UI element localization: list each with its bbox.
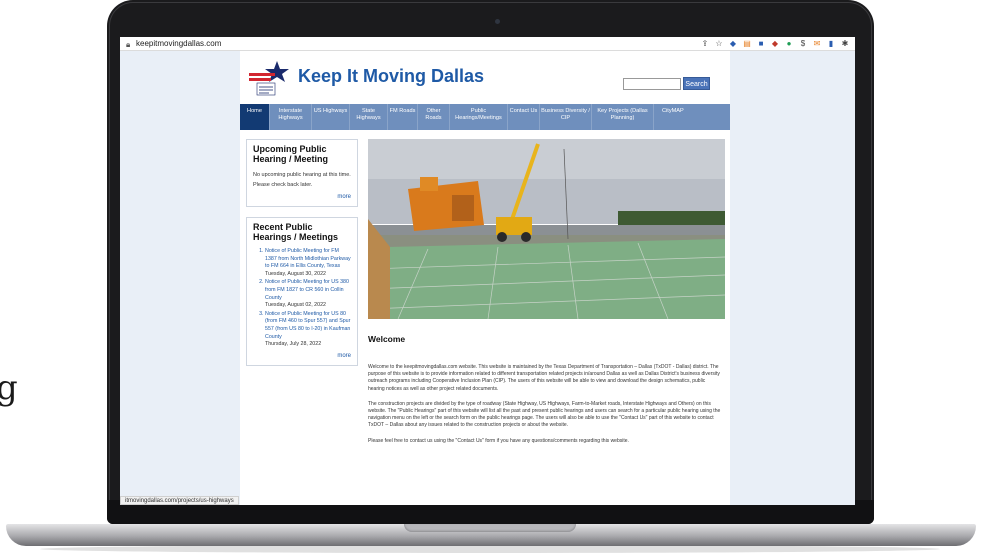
mail-ext-icon[interactable]: ✉ bbox=[813, 39, 821, 48]
hearing-link[interactable]: Notice of Public Meeting for US 380 from… bbox=[265, 279, 349, 300]
recent-hearings-list: Notice of Public Meeting for FM 1387 fro… bbox=[253, 248, 351, 349]
upcoming-hearing-panel: Upcoming Public Hearing / Meeting No upc… bbox=[246, 139, 358, 207]
recent-hearings-title: Recent Public Hearings / Meetings bbox=[253, 222, 339, 242]
nav-public-hearings[interactable]: Public Hearings/Meetings bbox=[450, 104, 508, 130]
url-text[interactable]: keepitmovingdallas.com bbox=[136, 39, 221, 48]
web-page: Keep It Moving Dallas Search Home Inters… bbox=[240, 51, 730, 505]
list-item: Notice of Public Meeting for FM 1387 fro… bbox=[265, 248, 351, 278]
laptop-base-notch bbox=[404, 524, 576, 532]
welcome-paragraph-3: Please feel free to contact us using the… bbox=[368, 437, 629, 444]
hearing-link[interactable]: Notice of Public Meeting for FM 1387 fro… bbox=[265, 248, 351, 269]
extensions-icon[interactable]: ✱ bbox=[841, 39, 849, 48]
hero-construction-image bbox=[368, 139, 725, 319]
hearing-link[interactable]: Notice of Public Meeting for US 80 (from… bbox=[265, 311, 350, 340]
recent-hearings-panel: Recent Public Hearings / Meetings Notice… bbox=[246, 217, 358, 366]
main-content: Welcome Welcome to the keepitmovingdalla… bbox=[368, 334, 723, 453]
upcoming-hearing-title: Upcoming Public Hearing / Meeting bbox=[253, 144, 329, 164]
nav-fm-roads[interactable]: FM Roads bbox=[388, 104, 418, 130]
upcoming-more-link[interactable]: more bbox=[253, 194, 351, 200]
nav-interstate-highways[interactable]: Interstate Highways bbox=[270, 104, 312, 130]
nav-us-highways[interactable]: US Highways bbox=[312, 104, 350, 130]
background-glyph: g bbox=[0, 368, 18, 408]
list-item: Notice of Public Meeting for US 80 (from… bbox=[265, 311, 351, 349]
nav-citymap[interactable]: CityMAP bbox=[654, 104, 730, 130]
hearing-date: Thursday, July 28, 2022 bbox=[265, 341, 322, 348]
upcoming-hearing-body: No upcoming public hearing at this time.… bbox=[253, 172, 351, 188]
browser-toolbar-icons: ⇪ ☆ ◆ ▤ ■ ◆ ● $ ✉ ▮ ✱ bbox=[701, 39, 849, 48]
star-icon[interactable]: ☆ bbox=[715, 39, 723, 48]
nav-home[interactable]: Home bbox=[240, 104, 270, 130]
dollar-ext-icon[interactable]: $ bbox=[799, 39, 807, 48]
blue-ext-icon[interactable]: ▮ bbox=[827, 39, 835, 48]
search-button[interactable]: Search bbox=[683, 77, 710, 90]
welcome-heading: Welcome bbox=[368, 334, 406, 344]
main-nav: Home Interstate Highways US Highways Sta… bbox=[240, 104, 730, 130]
color-ext-icon[interactable]: ◆ bbox=[771, 39, 779, 48]
site-title[interactable]: Keep It Moving Dallas bbox=[298, 66, 484, 87]
puzzle-ext-icon[interactable]: ■ bbox=[757, 39, 765, 48]
hearing-date: Tuesday, August 30, 2022 bbox=[265, 270, 326, 277]
laptop-screen: 🔒︎ keepitmovingdallas.com ⇪ ☆ ◆ ▤ ■ ◆ ● … bbox=[120, 37, 855, 505]
nav-business-diversity[interactable]: Business Diversity / CIP bbox=[540, 104, 592, 130]
link-status-bar: itmovingdallas.com/projects/us-highways bbox=[120, 496, 239, 505]
welcome-paragraph-2: The construction projects are divided by… bbox=[368, 400, 721, 429]
shield-icon[interactable]: ◆ bbox=[729, 39, 737, 48]
construction-photo bbox=[368, 139, 725, 319]
green-ext-icon[interactable]: ● bbox=[785, 39, 793, 48]
laptop-shadow bbox=[40, 545, 940, 553]
nav-key-projects[interactable]: Key Projects (Dallas Planning) bbox=[592, 104, 654, 130]
nav-contact-us[interactable]: Contact Us bbox=[508, 104, 540, 130]
search-input[interactable] bbox=[623, 78, 681, 90]
txdot-logo-icon bbox=[249, 61, 289, 96]
welcome-paragraph-1: Welcome to the keepitmovingdallas.com we… bbox=[368, 364, 720, 392]
hearing-date: Tuesday, August 02, 2022 bbox=[265, 302, 326, 309]
lock-icon: 🔒︎ bbox=[126, 40, 131, 49]
sidebar: Upcoming Public Hearing / Meeting No upc… bbox=[246, 139, 358, 376]
rss-icon[interactable]: ▤ bbox=[743, 39, 751, 48]
share-icon[interactable]: ⇪ bbox=[701, 39, 709, 48]
list-item: Notice of Public Meeting for US 380 from… bbox=[265, 279, 351, 309]
browser-address-bar[interactable]: 🔒︎ keepitmovingdallas.com ⇪ ☆ ◆ ▤ ■ ◆ ● … bbox=[120, 37, 855, 51]
recent-more-link[interactable]: more bbox=[253, 353, 351, 359]
nav-other-roads[interactable]: Other Roads bbox=[418, 104, 450, 130]
nav-state-highways[interactable]: State Highways bbox=[350, 104, 388, 130]
txdot-logo[interactable] bbox=[247, 59, 291, 97]
webcam-icon bbox=[495, 19, 500, 24]
